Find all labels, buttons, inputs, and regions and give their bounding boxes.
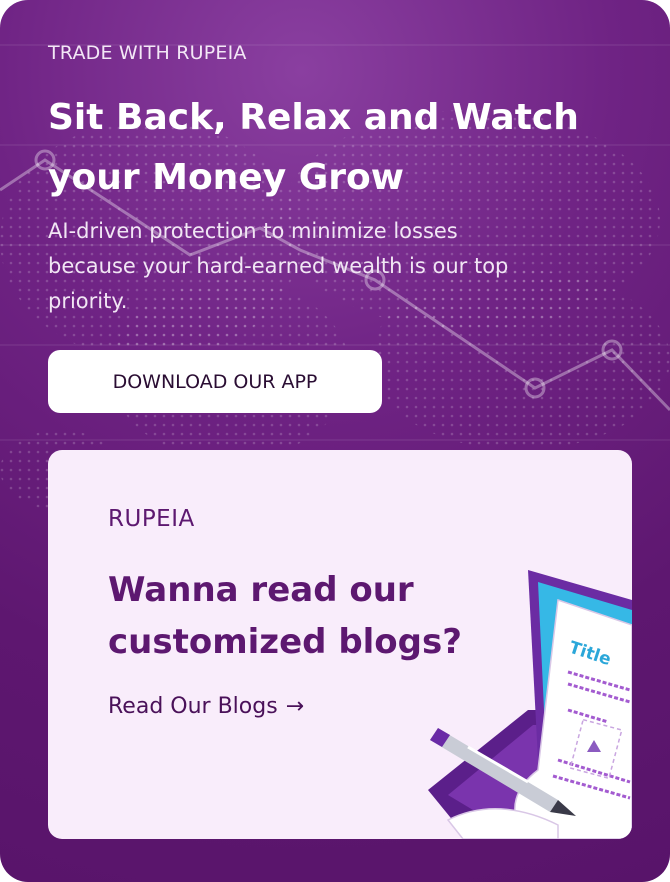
arrow-right-icon: → xyxy=(285,694,305,719)
blog-card: RUPEIA Wanna read our customized blogs? … xyxy=(48,450,632,839)
hero-subtext: AI-driven protection to minimize losses … xyxy=(48,219,509,313)
download-app-button[interactable]: DOWNLOAD OUR APP xyxy=(48,350,382,413)
brand-label: RUPEIA xyxy=(108,506,195,532)
hero-headline-line-2: your Money Grow xyxy=(48,157,405,198)
laptop-blog-illustration: Title xyxy=(428,570,632,839)
read-blogs-link[interactable]: Read Our Blogs → xyxy=(108,694,304,719)
read-blogs-label: Read Our Blogs xyxy=(108,694,278,719)
hero-headline: Sit Back, Relax and Watch your Money Gro… xyxy=(48,88,638,208)
eyebrow-text: TRADE WITH RUPEIA xyxy=(48,42,247,64)
blog-card-title-line-1: Wanna read our xyxy=(108,570,414,610)
hero-headline-line-1: Sit Back, Relax and Watch xyxy=(48,97,579,138)
promo-card: TRADE WITH RUPEIA Sit Back, Relax and Wa… xyxy=(0,0,670,882)
